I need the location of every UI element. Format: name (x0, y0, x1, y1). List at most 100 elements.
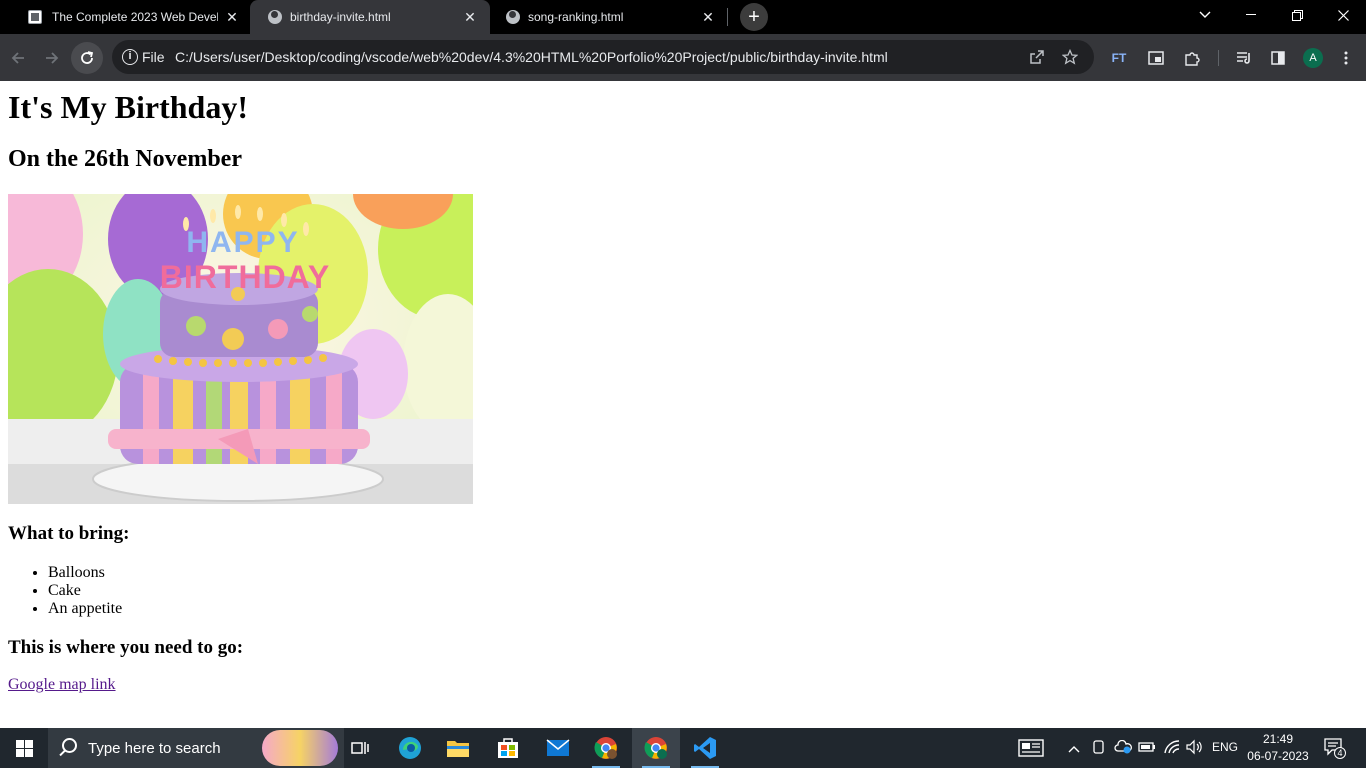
clock-time: 21:49 (1262, 732, 1294, 746)
battery-icon[interactable] (1138, 740, 1156, 757)
side-panel-button[interactable] (1262, 42, 1294, 74)
where-heading: This is where you need to go: (8, 637, 244, 658)
close-icon[interactable]: ✕ (224, 9, 240, 25)
mail-icon (546, 739, 570, 756)
restore-icon (1291, 9, 1303, 21)
show-hidden-icons-chevron-up-icon[interactable] (1068, 740, 1080, 756)
globe-icon (506, 10, 520, 24)
task-view-button[interactable] (336, 728, 384, 768)
cake-topper-line2: BIRTHDAY (160, 259, 330, 295)
info-icon[interactable]: i (122, 49, 138, 65)
tab-title: The Complete 2023 Web Develo (52, 10, 218, 24)
scheme-chip[interactable]: File (142, 49, 165, 65)
puzzle-icon (1185, 52, 1200, 66)
taskbar-vscode[interactable] (681, 728, 729, 768)
edge-icon (399, 737, 421, 759)
toolbar-divider (1218, 50, 1219, 66)
side-panel-icon (1271, 51, 1285, 65)
back-button[interactable] (2, 42, 34, 74)
new-tab-button[interactable]: + (740, 3, 768, 31)
windows-logo-icon (15, 739, 33, 757)
chrome-icon (594, 737, 617, 759)
close-icon[interactable]: ✕ (462, 9, 478, 25)
taskbar-edge[interactable] (386, 728, 434, 768)
profile-avatar[interactable]: A (1303, 48, 1323, 68)
picture-in-picture-icon (1148, 51, 1164, 65)
wifi-icon[interactable] (1163, 739, 1181, 758)
notification-count-badge: 4 (1334, 747, 1346, 759)
search-highlight-image (262, 730, 338, 766)
browser-toolbar: i File C:/Users/user/Desktop/coding/vsco… (0, 34, 1366, 81)
birthday-cake-image: HAPPY BIRTHDAY (8, 194, 473, 504)
browser-tab-strip: The Complete 2023 Web Develo ✕ birthday-… (0, 0, 1366, 34)
date-heading: On the 26th November (8, 146, 242, 172)
search-icon (62, 738, 77, 753)
extension-label: FT (1111, 51, 1127, 65)
bookmark-star-icon[interactable] (1057, 44, 1083, 70)
cake-illustration: HAPPY BIRTHDAY (8, 194, 473, 504)
chevron-down-icon (1199, 11, 1211, 18)
share-icon[interactable] (1024, 44, 1050, 70)
tab-title: birthday-invite.html (290, 10, 391, 24)
list-item: Balloons (48, 564, 122, 582)
chrome-menu-button[interactable] (1330, 42, 1362, 74)
kebab-menu-icon (1344, 51, 1348, 65)
tab-course[interactable]: The Complete 2023 Web Develo ✕ (20, 0, 248, 34)
volume-icon[interactable] (1186, 739, 1204, 758)
reload-button[interactable] (71, 42, 103, 74)
windows-taskbar: Type here to search ENG 21:49 06-07-2023… (0, 728, 1366, 768)
extension-ft-button[interactable]: FT (1103, 42, 1135, 74)
picture-in-picture-button[interactable] (1140, 42, 1172, 74)
page-title: It's My Birthday! (8, 89, 248, 125)
cake-topper-line1: HAPPY (186, 226, 299, 259)
search-placeholder: Type here to search (88, 740, 221, 757)
taskbar-search-box[interactable]: Type here to search (48, 728, 344, 768)
vscode-icon (694, 737, 716, 759)
list-item: An appetite (48, 600, 122, 618)
tab-search-button[interactable] (1182, 0, 1228, 30)
web-page-content: It's My Birthday! On the 26th November H… (0, 81, 1366, 728)
extensions-button[interactable] (1176, 42, 1208, 74)
restore-button[interactable] (1274, 0, 1320, 30)
arrow-right-icon (46, 52, 59, 64)
media-queue-icon (1237, 52, 1250, 64)
taskbar-store[interactable] (484, 728, 532, 768)
bring-list: Balloons Cake An appetite (48, 564, 122, 618)
start-button[interactable] (0, 728, 48, 768)
tab-title: song-ranking.html (528, 10, 624, 24)
input-language[interactable]: ENG (1212, 740, 1238, 754)
taskbar-clock[interactable]: 21:49 06-07-2023 (1245, 731, 1311, 765)
notification-center-button[interactable]: 4 (1324, 738, 1346, 759)
tab-birthday-invite[interactable]: birthday-invite.html ✕ (250, 0, 490, 34)
folder-icon (447, 741, 469, 757)
course-favicon-icon (28, 10, 42, 24)
url-text[interactable]: C:/Users/user/Desktop/coding/vscode/web%… (175, 49, 888, 65)
address-bar[interactable]: i File C:/Users/user/Desktop/coding/vsco… (112, 40, 1094, 74)
close-icon[interactable]: ✕ (700, 9, 716, 25)
chrome-icon (644, 737, 667, 759)
window-close-button[interactable] (1320, 0, 1366, 30)
meet-now-icon[interactable] (1092, 739, 1106, 758)
taskbar-chrome-profile-2[interactable] (632, 728, 680, 768)
google-map-link[interactable]: Google map link (8, 676, 116, 694)
media-controls-button[interactable] (1228, 42, 1260, 74)
list-item: Cake (48, 582, 122, 600)
taskbar-chrome-profile-1[interactable] (582, 728, 630, 768)
minimize-button[interactable] (1228, 0, 1274, 30)
task-view-icon (351, 742, 369, 754)
tab-song-ranking[interactable]: song-ranking.html ✕ (490, 0, 726, 34)
store-icon (498, 738, 518, 758)
taskbar-mail[interactable] (534, 728, 582, 768)
reload-icon (81, 51, 94, 64)
bring-heading: What to bring: (8, 523, 130, 544)
taskbar-file-explorer[interactable] (434, 728, 482, 768)
onedrive-icon[interactable] (1114, 739, 1132, 757)
arrow-left-icon (11, 52, 24, 64)
minimize-icon (1246, 14, 1256, 15)
globe-icon (268, 10, 282, 24)
forward-button[interactable] (36, 42, 68, 74)
close-icon (1337, 9, 1349, 21)
clock-date: 06-07-2023 (1247, 749, 1309, 763)
news-widget-icon[interactable] (1018, 739, 1044, 760)
avatar-initial: A (1309, 52, 1317, 64)
